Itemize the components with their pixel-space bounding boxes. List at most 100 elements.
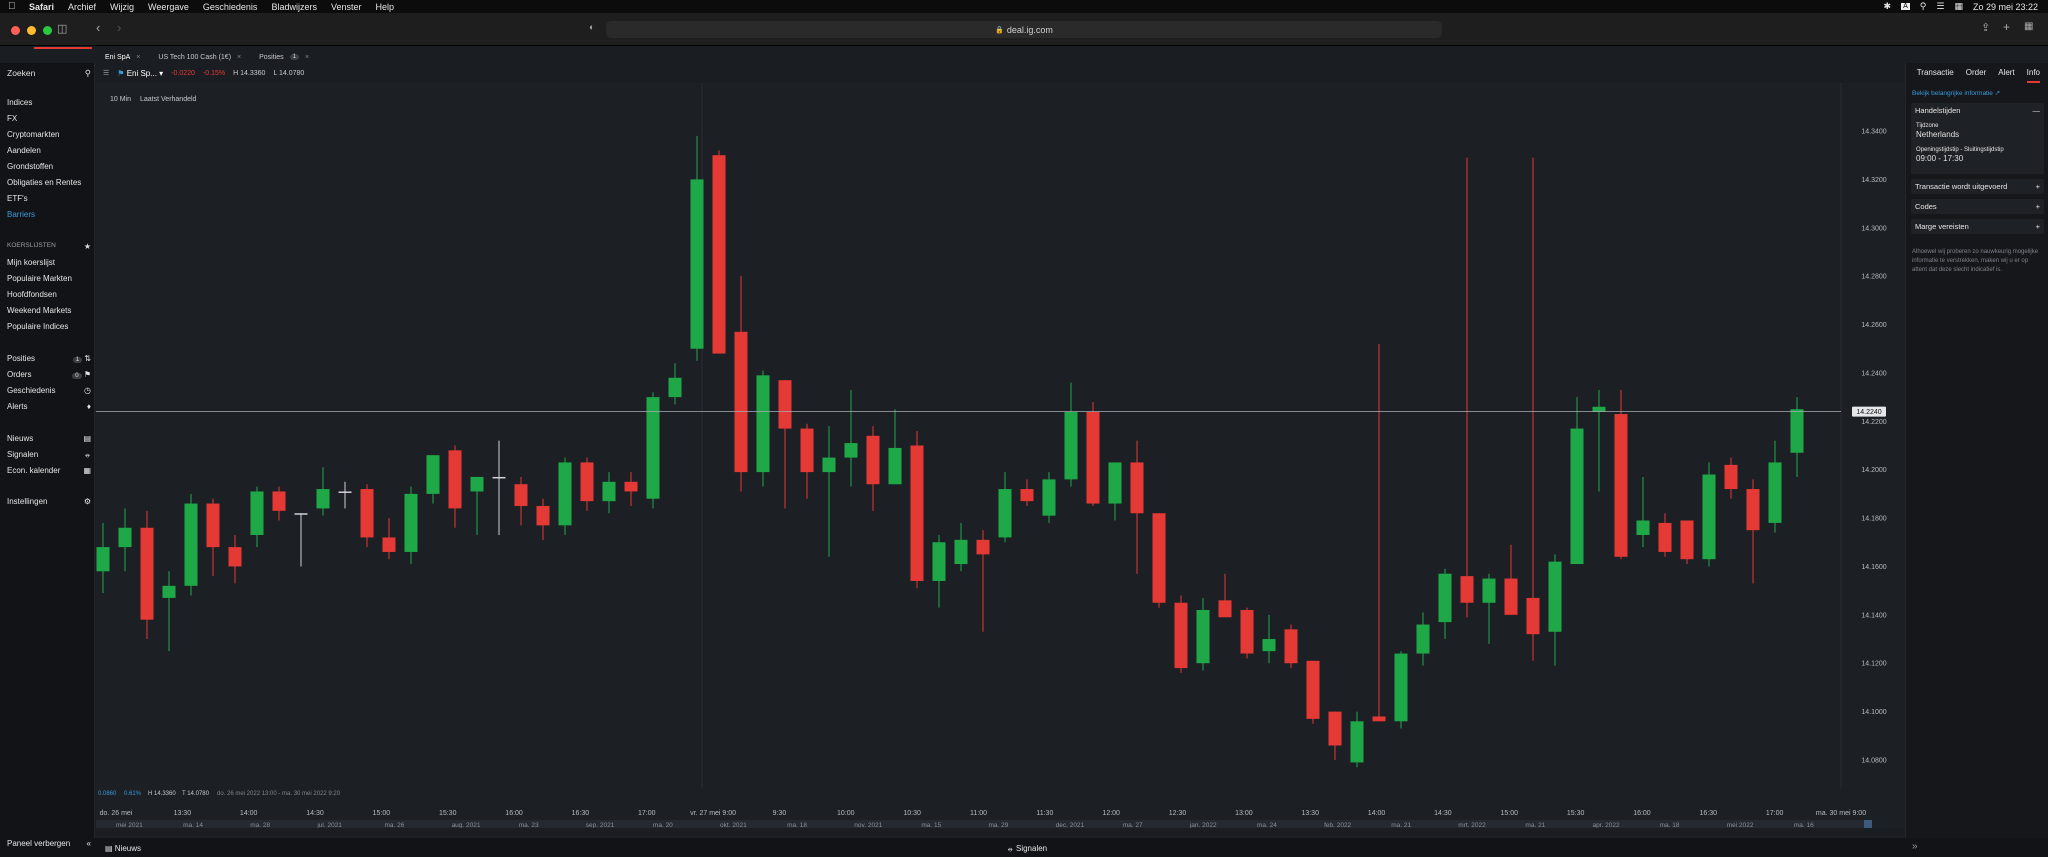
signals-feed-button[interactable]: ⦵ Signalen (1007, 844, 1047, 854)
tab-posities[interactable]: Posities 1 × (249, 49, 317, 63)
watchlist-item[interactable]: Weekend Markets (7, 306, 91, 315)
tab-us-tech[interactable]: US Tech 100 Cash (1€) × (148, 49, 249, 63)
sidebar-item-instellingen[interactable]: Instellingen ⚙ (7, 497, 91, 506)
expand-icon[interactable]: + (2036, 182, 2040, 191)
important-info-link[interactable]: Bekijk belangrijke informatie ↗ (1906, 83, 2048, 97)
tab-order[interactable]: Order (1966, 68, 1986, 83)
tab-info[interactable]: Info (2026, 68, 2040, 83)
sidebar-item-grondstoffen[interactable]: Grondstoffen (7, 162, 91, 171)
chart-price-type[interactable]: Laatst Verhandeld (140, 96, 197, 103)
watchlist-item[interactable]: Hoofdfondsen (7, 290, 91, 299)
section-execution[interactable]: Transactie wordt uitgevoerd + (1911, 178, 2044, 194)
back-icon[interactable]: ‹ (96, 20, 100, 35)
wifi-icon[interactable]: ☰ (1936, 1, 1944, 12)
tab-transactie[interactable]: Transactie (1917, 68, 1954, 83)
keyboard-input-icon[interactable]: A (1901, 3, 1910, 10)
menu-help[interactable]: Help (375, 2, 394, 12)
section-margin[interactable]: Marge vereisten + (1911, 218, 2044, 234)
candle-body (1240, 610, 1254, 654)
close-tab-icon[interactable]: × (136, 54, 140, 61)
candle-body (338, 491, 352, 493)
candle-body (734, 331, 748, 473)
candle-body (932, 542, 946, 581)
sidebar-item-geschiedenis[interactable]: Geschiedenis ◷ (7, 386, 91, 395)
menu-icon[interactable]: ☰ (103, 69, 109, 77)
sidebar-item-signalen[interactable]: Signalen ⦵ (7, 450, 91, 460)
menu-weergave[interactable]: Weergave (148, 2, 189, 12)
sidebar-item-barriers[interactable]: Barriers (7, 210, 91, 219)
watchlist-item[interactable]: Populaire Markten (7, 274, 91, 283)
price-chart[interactable]: 14.3400 14.3200 14.3000 14.2800 14.2600 14.24… (96, 83, 1904, 829)
menubar-clock[interactable]: Zo 29 mei 23:22 (1973, 2, 2038, 12)
info-change: 0.0860 (98, 791, 117, 797)
menu-app[interactable]: Safari (29, 2, 54, 12)
sidebar-item-fx[interactable]: FX (7, 114, 91, 123)
close-tab-icon[interactable]: × (305, 54, 309, 61)
hide-panel-button[interactable]: Paneel verbergen « (7, 839, 91, 848)
positions-icon: ⇅ (84, 354, 91, 363)
forward-icon[interactable]: › (117, 20, 121, 35)
sidebar-toggle-icon[interactable]: ◫ (57, 22, 67, 35)
close-window-button[interactable] (11, 26, 20, 35)
search-icon[interactable]: ⚲ (1920, 1, 1927, 12)
bluetooth-icon[interactable]: ✱ (1884, 1, 1892, 12)
sidebar-item-aandelen[interactable]: Aandelen (7, 146, 91, 155)
sidebar-item-posities[interactable]: Posities 1 ⇅ (7, 354, 91, 363)
menu-geschiedenis[interactable]: Geschiedenis (203, 2, 258, 12)
tab-eni[interactable]: Eni SpA × (95, 49, 148, 63)
chart-interval[interactable]: 10 Min (110, 96, 131, 103)
navigator[interactable]: mei 2021 ma. 14 ma. 28 jul. 2021 ma. 26 aug. … (96, 820, 1872, 829)
watchlist-item[interactable]: Mijn koerslijst (7, 258, 91, 267)
star-icon[interactable]: ★ (84, 242, 91, 251)
candle-body (1174, 602, 1188, 669)
trading-hours-header[interactable]: Handelstijden — (1911, 103, 2044, 118)
sidebar-item-alerts[interactable]: Alerts ♦ (7, 402, 91, 411)
price-tick-label: 14.2400 (1861, 370, 1886, 377)
sidebar-item-orders[interactable]: Orders 0 ⚑ (7, 370, 91, 379)
navigator-label: aug. 2021 (452, 822, 481, 828)
candle (646, 392, 660, 509)
candle-body (272, 491, 286, 511)
menu-wijzig[interactable]: Wijzig (110, 2, 134, 12)
instrument-selector[interactable]: ⚑ Eni Sp... ▾ (117, 69, 163, 78)
menu-bladwijzers[interactable]: Bladwijzers (271, 2, 317, 12)
candle-body (1218, 600, 1232, 618)
tab-overview-icon[interactable]: ▦ (2024, 21, 2033, 32)
privacy-shield-icon[interactable]: ◐ (589, 22, 594, 32)
search-icon[interactable]: ⚲ (85, 68, 91, 79)
expand-icon[interactable]: + (2036, 202, 2040, 211)
close-tab-icon[interactable]: × (237, 54, 241, 61)
sidebar-item-nieuws[interactable]: Nieuws ▤ (7, 434, 91, 443)
control-center-icon[interactable]: ▦ (1954, 1, 1963, 12)
address-bar[interactable]: 🔒 deal.ig.com (606, 21, 1442, 38)
collapse-icon[interactable]: — (2033, 106, 2041, 115)
menu-venster[interactable]: Venster (331, 2, 362, 12)
apple-icon[interactable]:  (8, 1, 22, 12)
time-tick-label: 15:30 (439, 810, 457, 817)
zoom-window-button[interactable] (43, 26, 52, 35)
news-feed-button[interactable]: ▤ Nieuws (105, 844, 141, 853)
section-codes[interactable]: Codes + (1911, 198, 2044, 214)
time-tick-label: 14:00 (240, 810, 258, 817)
section-title: Handelstijden (1915, 106, 1961, 115)
newspaper-icon: ▤ (83, 434, 91, 443)
time-tick-label: 15:00 (1501, 810, 1519, 817)
double-chevron-right-icon[interactable]: » (1912, 841, 1918, 852)
expand-icon[interactable]: + (2036, 222, 2040, 231)
price-change: -0.0220 (171, 69, 195, 77)
tab-alert[interactable]: Alert (1998, 68, 2014, 83)
sidebar-item-obligaties[interactable]: Obligaties en Rentes (7, 178, 91, 187)
menu-archief[interactable]: Archief (68, 2, 96, 12)
minimize-window-button[interactable] (27, 26, 36, 35)
sidebar-item-indices[interactable]: Indices (7, 98, 91, 107)
navigator-label: nov. 2021 (854, 822, 882, 828)
share-icon[interactable]: ⇪ (1981, 21, 1990, 34)
sidebar-search[interactable]: Zoeken ⚲ (7, 68, 91, 79)
sidebar-item-etfs[interactable]: ETF's (7, 194, 91, 203)
new-tab-icon[interactable]: + (2003, 20, 2010, 34)
candlestick-chart[interactable]: 14.3400 14.3200 14.3000 14.2800 14.2600 14.24… (96, 83, 1904, 829)
sidebar-item-kalender[interactable]: Econ. kalender ▦ (7, 466, 91, 475)
watchlist-item[interactable]: Populaire Indices (7, 322, 91, 331)
sidebar-item-crypto[interactable]: Cryptomarkten (7, 130, 91, 139)
brand-accent-bar (34, 47, 92, 49)
